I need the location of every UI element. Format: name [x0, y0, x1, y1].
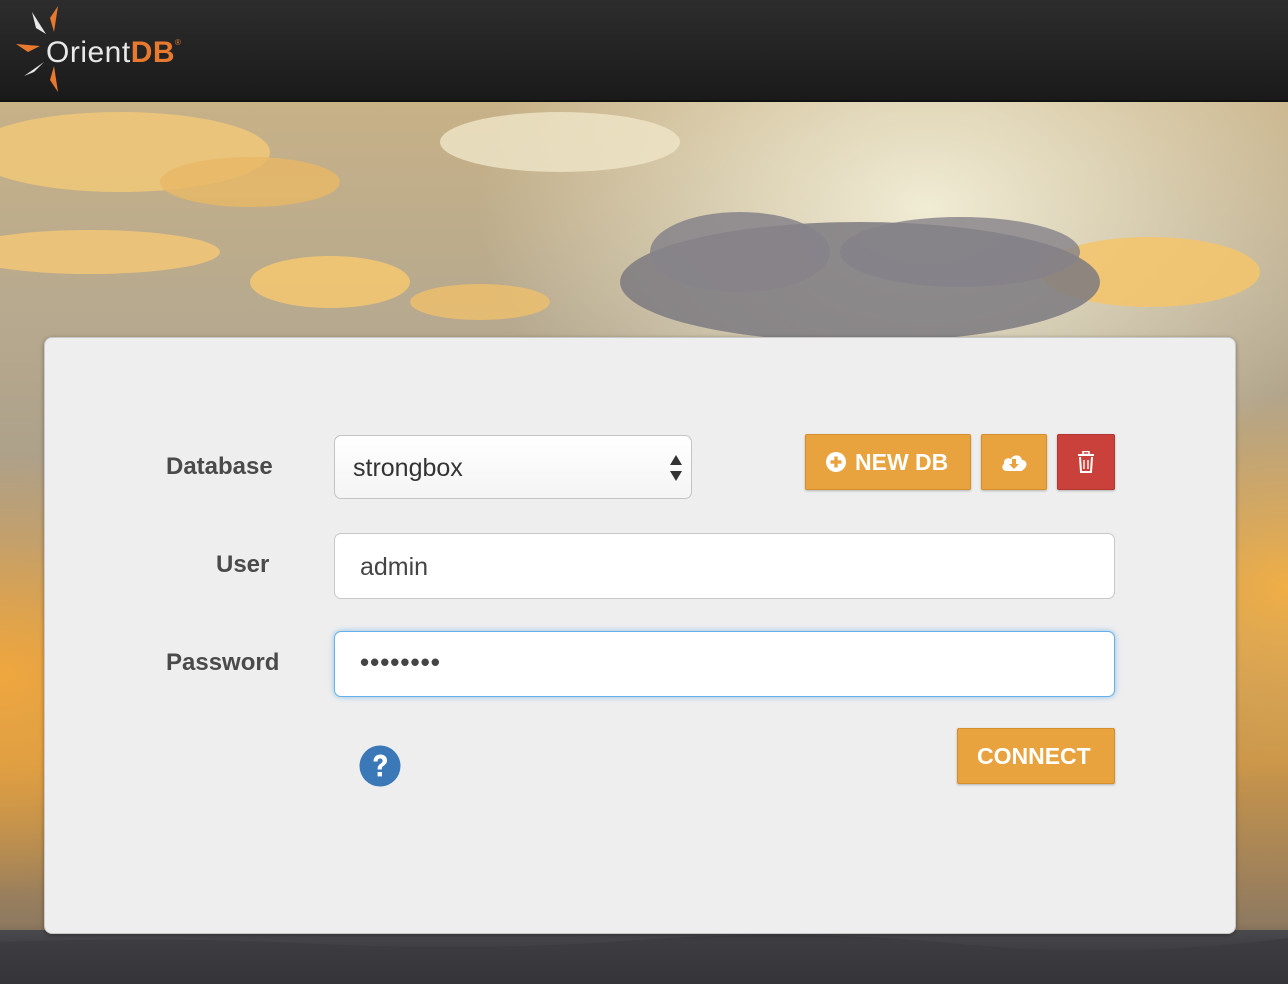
orientdb-logo[interactable]: OrientDB®	[14, 6, 194, 92]
connect-button-label: CONNECT	[977, 743, 1091, 769]
delete-db-button[interactable]	[1057, 434, 1115, 490]
trash-icon	[1078, 451, 1094, 473]
logo-wordmark: OrientDB®	[46, 36, 181, 70]
import-db-button[interactable]	[981, 434, 1047, 490]
password-input[interactable]: ••••••••	[334, 631, 1115, 697]
database-label: Database	[166, 453, 273, 480]
logo-text-db: DB	[130, 36, 176, 69]
logo-registered-mark: ®	[175, 38, 182, 47]
database-select-value: strongbox	[353, 454, 463, 482]
cloud-download-icon	[1002, 455, 1027, 471]
question-circle-icon[interactable]	[359, 745, 401, 787]
password-label: Password	[166, 649, 280, 676]
sort-arrows-icon	[670, 455, 682, 481]
connect-button[interactable]: CONNECT	[957, 728, 1115, 784]
logo-text-orient: Orient	[46, 36, 131, 69]
database-select[interactable]: strongbox	[334, 435, 692, 499]
password-input-value: ••••••••	[360, 647, 441, 677]
login-page: OrientDB® Database strongbox NEW DB User…	[0, 0, 1288, 984]
user-input-value: admin	[360, 553, 429, 581]
new-db-button[interactable]: NEW DB	[805, 434, 971, 490]
new-db-button-label: NEW DB	[855, 449, 949, 475]
user-label: User	[216, 551, 270, 578]
top-navbar: OrientDB®	[0, 0, 1288, 102]
login-panel: Database strongbox NEW DB User admin Pas…	[44, 337, 1236, 934]
plus-circle-icon	[826, 452, 846, 472]
user-input[interactable]: admin	[334, 533, 1115, 599]
